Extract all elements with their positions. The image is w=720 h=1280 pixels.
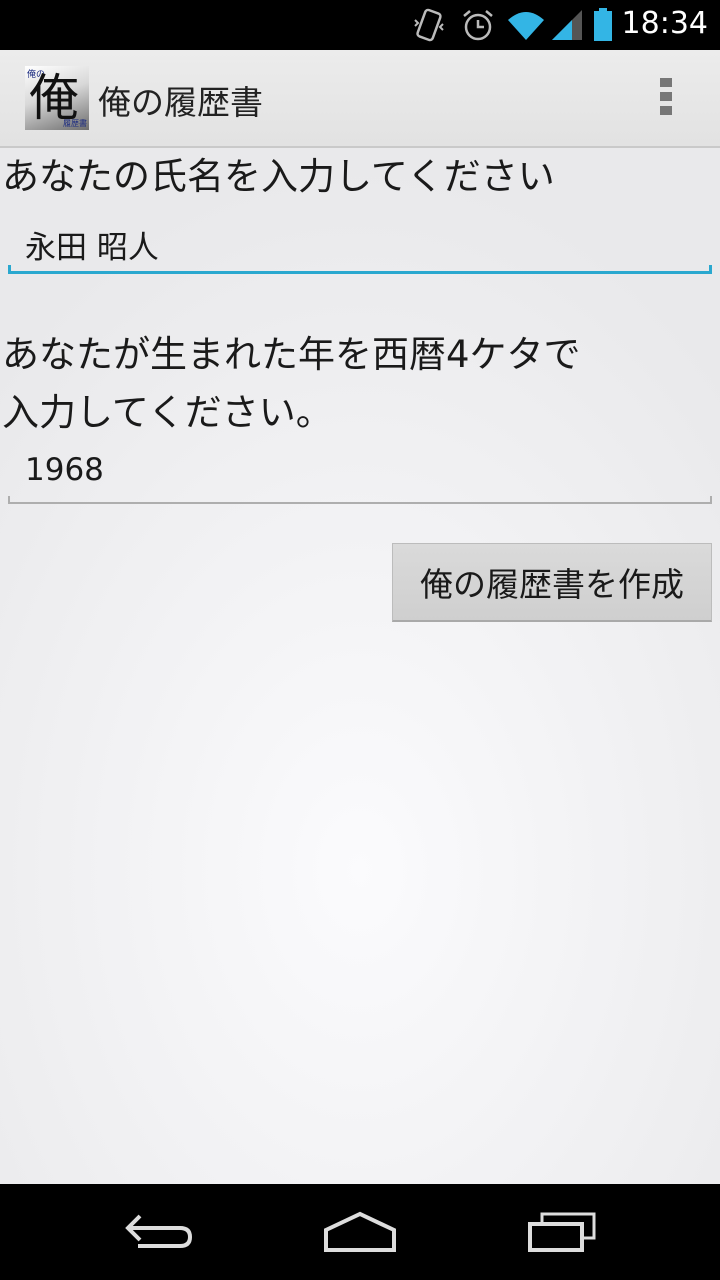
alarm-icon [463, 10, 493, 41]
year-input-value: 1968 [25, 452, 104, 488]
name-label: あなたの氏名を入力してください [2, 155, 555, 198]
status-time: 18:34 [621, 6, 708, 41]
action-bar: 俺の 俺 履歴書 俺の履歴書 [0, 50, 720, 148]
name-input[interactable]: 永田 昭人 [8, 216, 712, 276]
overflow-menu-icon[interactable] [656, 78, 676, 122]
name-input-underline [8, 271, 712, 274]
name-input-underline-right [709, 265, 712, 274]
wifi-icon [508, 12, 544, 40]
year-label: あなたが生まれた年を西暦4ケタで 入力してください。 [2, 333, 581, 434]
year-input-underline [8, 502, 712, 504]
back-icon[interactable] [124, 1206, 196, 1258]
year-input-underline-right [710, 496, 712, 504]
app-logo[interactable]: 俺の 俺 履歴書 [25, 66, 89, 130]
app-title: 俺の履歴書 [98, 83, 263, 122]
recent-apps-icon[interactable] [526, 1206, 598, 1258]
signal-icon [552, 10, 582, 40]
vibrate-icon [414, 8, 444, 42]
name-input-value: 永田 昭人 [25, 230, 159, 266]
year-input[interactable]: 1968 [8, 446, 712, 506]
create-resume-button[interactable]: 俺の履歴書を作成 [392, 543, 712, 622]
status-bar: 18:34 [0, 0, 720, 50]
home-icon[interactable] [322, 1206, 398, 1258]
app-logo-bottom-text: 履歴書 [63, 119, 87, 128]
year-input-underline-left [8, 496, 10, 504]
navigation-bar [0, 1184, 720, 1280]
battery-icon [594, 8, 612, 41]
name-input-underline-left [8, 265, 11, 274]
